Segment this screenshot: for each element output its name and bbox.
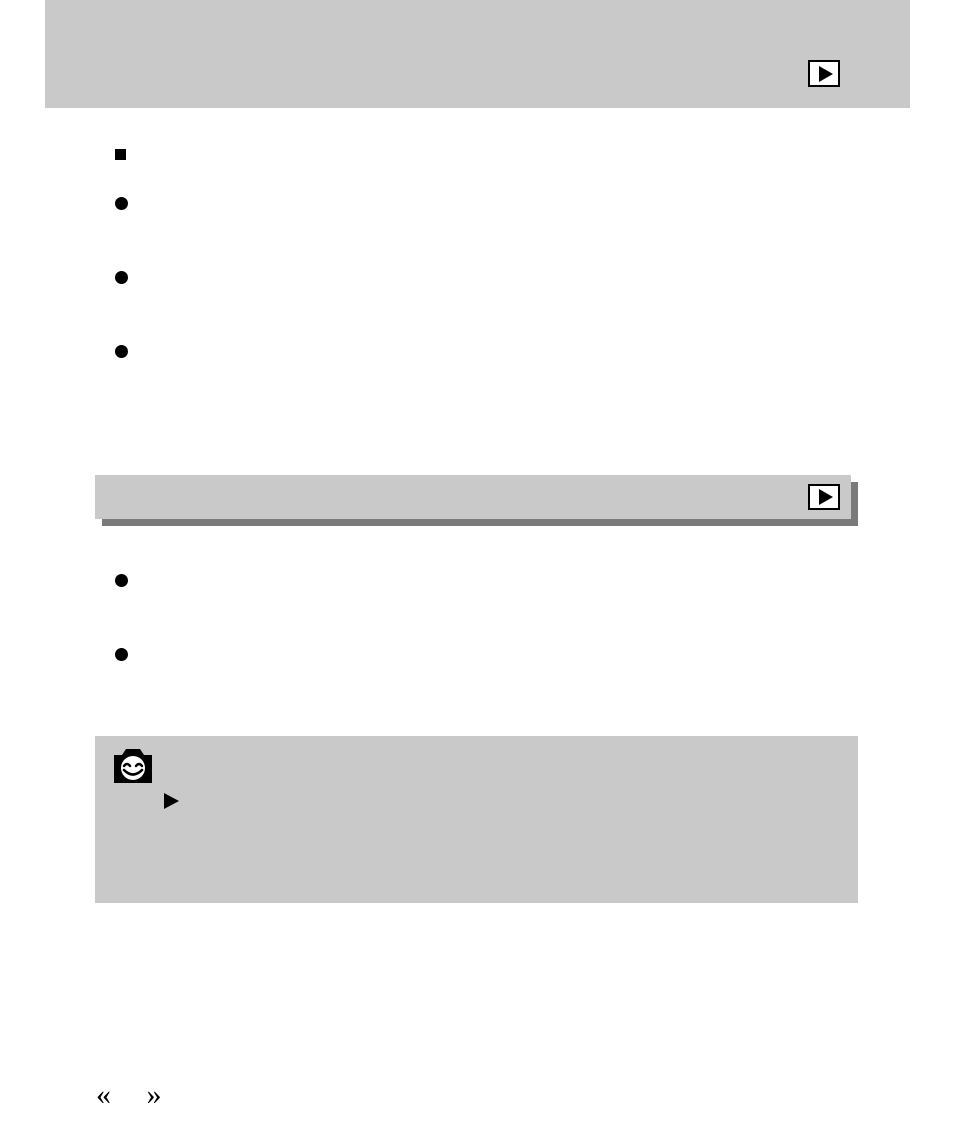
list-item: [115, 195, 128, 210]
list-item: [115, 269, 128, 284]
bullet-icon: [115, 648, 128, 661]
list-item: [115, 646, 128, 661]
tip-box: [95, 736, 858, 903]
bullet-icon: [115, 574, 128, 587]
list-item: [115, 572, 128, 587]
play-icon: [819, 66, 833, 82]
camera-smile-icon: [110, 745, 156, 785]
list-item: [115, 146, 126, 160]
bullet-icon: [115, 345, 128, 358]
play-icon-small: [164, 793, 179, 809]
mid-banner: [95, 475, 851, 519]
list-item: [115, 343, 128, 358]
play-button-top[interactable]: [808, 60, 840, 87]
bullet-icon: [115, 197, 128, 210]
bullet-icon: [115, 271, 128, 284]
square-bullet-icon: [115, 149, 126, 160]
play-icon: [819, 489, 833, 505]
top-banner: [45, 0, 910, 108]
footer-text: « »: [96, 1078, 176, 1112]
play-button-mid[interactable]: [808, 484, 840, 510]
